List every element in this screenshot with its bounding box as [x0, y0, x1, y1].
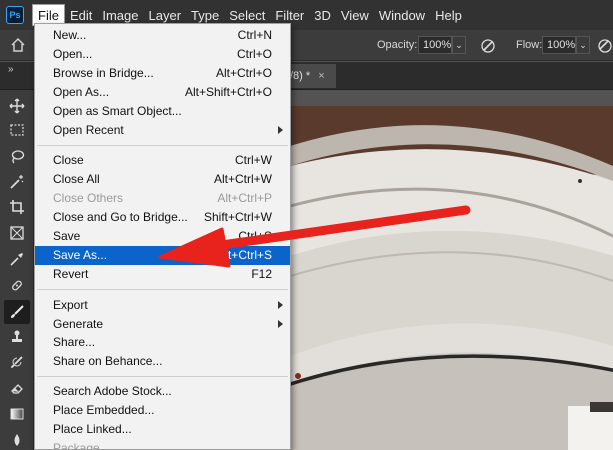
menu-item-close[interactable]: Close Ctrl+W [35, 151, 290, 170]
brush-tool-icon[interactable] [4, 300, 30, 324]
home-icon[interactable] [10, 37, 26, 53]
pressure-opacity-icon[interactable] [480, 38, 496, 54]
crop-tool-icon[interactable] [7, 197, 27, 217]
menu-item-revert[interactable]: Revert F12 [35, 265, 290, 284]
opacity-field[interactable]: 100% [418, 36, 452, 54]
menu-item-browse-in-bridge[interactable]: Browse in Bridge... Alt+Ctrl+O [35, 64, 290, 83]
menu-item-place-linked[interactable]: Place Linked... [35, 420, 290, 439]
opacity-label: Opacity: [377, 39, 418, 51]
marquee-tool-icon[interactable] [7, 120, 27, 140]
file-menu-dropdown: New... Ctrl+N Open... Ctrl+O Browse in Bri… [34, 23, 291, 450]
move-tool-icon[interactable] [7, 96, 27, 116]
menu-item-package: Package... [53, 441, 110, 450]
menu-separator [37, 289, 288, 290]
healing-brush-tool-icon[interactable] [7, 275, 27, 295]
airbrush-icon[interactable] [597, 38, 613, 54]
menu-item-save-as[interactable]: Save As... Shift+Ctrl+S [35, 246, 290, 265]
menu-item-open-recent[interactable]: Open Recent [35, 121, 290, 140]
flow-dropdown-button[interactable]: ⌄ [576, 36, 590, 54]
menu-separator [37, 376, 288, 377]
menu-item-place-embedded[interactable]: Place Embedded... [35, 401, 290, 420]
menu-item-close-all[interactable]: Close All Alt+Ctrl+W [35, 170, 290, 189]
menu-help[interactable]: Help [430, 4, 467, 26]
flow-field[interactable]: 100% [542, 36, 576, 54]
blur-tool-icon[interactable] [7, 430, 27, 450]
menu-item-export[interactable]: Export [35, 296, 290, 315]
menu-item-close-and-go-to-bridge[interactable]: Close and Go to Bridge... Shift+Ctrl+W [35, 208, 290, 227]
panel-collapse-icon[interactable]: » [8, 64, 14, 75]
close-tab-icon[interactable]: × [318, 70, 324, 82]
lasso-tool-icon[interactable] [7, 146, 27, 166]
menu-item-search-adobe-stock[interactable]: Search Adobe Stock... [35, 382, 290, 401]
document-image [290, 106, 613, 450]
magic-wand-tool-icon[interactable] [7, 172, 27, 192]
menu-item-save[interactable]: Save Ctrl+S [35, 227, 290, 246]
menu-item-share[interactable]: Share... [35, 333, 290, 352]
submenu-arrow-icon [278, 301, 283, 309]
menu-item-close-others: Close Others Alt+Ctrl+P [53, 191, 272, 205]
eraser-tool-icon[interactable] [7, 378, 27, 398]
menu-3d[interactable]: 3D [309, 4, 336, 26]
opacity-dropdown-button[interactable]: ⌄ [452, 36, 466, 54]
document-tab[interactable]: /8) * × [286, 64, 336, 88]
eyedropper-tool-icon[interactable] [7, 249, 27, 269]
submenu-arrow-icon [278, 320, 283, 328]
tools-panel [0, 90, 34, 450]
menu-item-open-as[interactable]: Open As... Alt+Shift+Ctrl+O [35, 83, 290, 102]
clone-stamp-tool-icon[interactable] [7, 327, 27, 347]
gradient-tool-icon[interactable] [7, 404, 27, 424]
menu-item-open-as-smart-object[interactable]: Open as Smart Object... [35, 102, 290, 121]
menu-item-generate[interactable]: Generate [35, 315, 290, 334]
document-tab-title: /8) * [290, 70, 311, 82]
flow-label: Flow: [516, 39, 543, 51]
menu-item-new[interactable]: New... Ctrl+N [35, 26, 290, 45]
menu-window[interactable]: Window [374, 4, 430, 26]
menu-separator [37, 145, 288, 146]
submenu-arrow-icon [278, 126, 283, 134]
menu-item-share-on-behance[interactable]: Share on Behance... [35, 352, 290, 371]
menu-item-open[interactable]: Open... Ctrl+O [35, 45, 290, 64]
history-brush-tool-icon[interactable] [7, 352, 27, 372]
photoshop-logo-icon: Ps [6, 6, 24, 24]
frame-tool-icon[interactable] [7, 223, 27, 243]
menu-view[interactable]: View [336, 4, 374, 26]
